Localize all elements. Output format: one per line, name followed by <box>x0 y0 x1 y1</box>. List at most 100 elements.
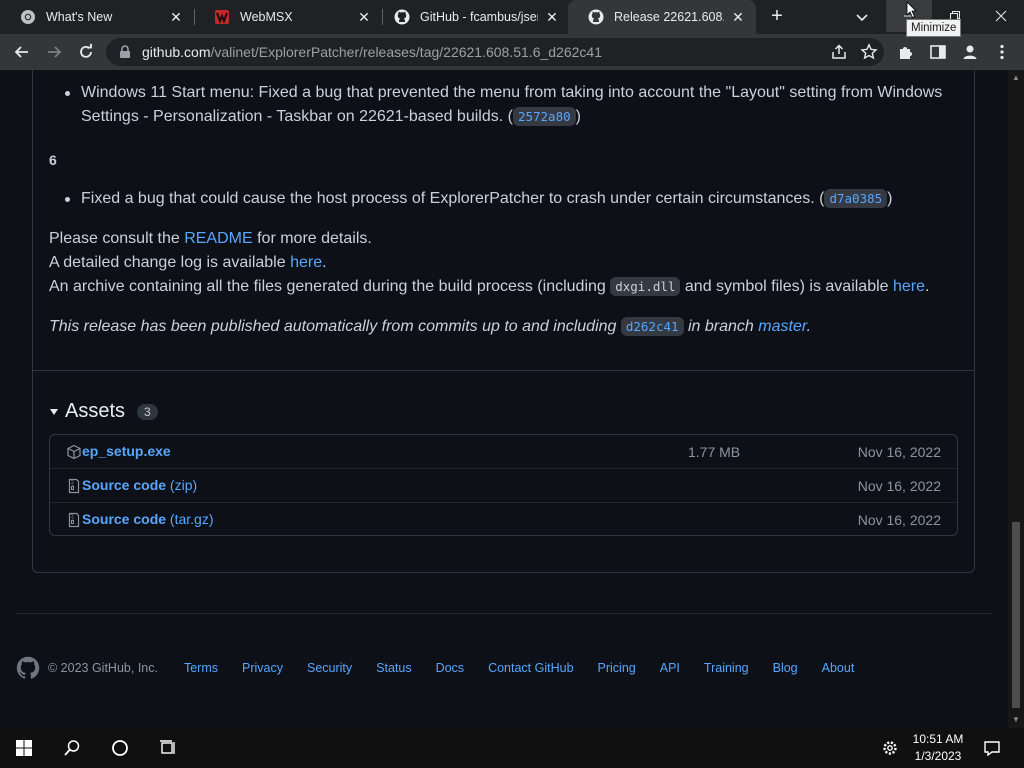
github-logo-icon[interactable] <box>16 656 40 680</box>
close-window-button[interactable] <box>978 0 1024 32</box>
readme-line: Please consult the README for more detai… <box>49 227 372 251</box>
close-icon <box>995 10 1007 22</box>
close-tab-icon[interactable]: ✕ <box>168 9 184 26</box>
note-text: Windows 11 Start menu: Fixed a bug that … <box>81 84 943 125</box>
github-icon <box>588 9 604 25</box>
line-text: Please consult the <box>49 230 185 247</box>
scroll-up-icon[interactable]: ▲ <box>1012 74 1020 82</box>
branch-link[interactable]: master <box>758 318 806 335</box>
reload-button[interactable] <box>74 40 98 64</box>
asset-link[interactable]: Source code (zip) <box>82 477 197 493</box>
commit-link[interactable]: 2572a80 <box>512 107 576 126</box>
archive-link[interactable]: here <box>893 278 925 295</box>
chrome-icon <box>21 10 35 24</box>
address-bar[interactable]: github.com/valinet/ExplorerPatcher/relea… <box>106 38 884 66</box>
tab-title: What's New <box>46 10 113 24</box>
forward-button[interactable] <box>42 40 66 64</box>
auto-publish-note: This release has been published automati… <box>49 315 811 339</box>
footer-link-blog[interactable]: Blog <box>773 661 798 675</box>
package-icon <box>67 444 81 460</box>
clock-time: 10:51 AM <box>912 732 964 746</box>
site-footer: © 2023 GitHub, Inc. Terms Privacy Securi… <box>16 656 878 680</box>
commit-link[interactable]: d7a0385 <box>824 189 888 208</box>
assets-count-badge: 3 <box>137 403 158 420</box>
tab-title: Release 22621.608.51.6 <box>614 10 724 24</box>
tab-github-jsemu[interactable]: GitHub - fcambus/jsemu ✕ <box>374 0 570 34</box>
line-text: and symbol files) is available <box>680 278 893 295</box>
tab-title: WebMSX <box>240 10 293 24</box>
task-view-button[interactable] <box>158 738 178 758</box>
tab-strip: What's New ✕ WebMSX ✕ GitHub - fcambus/j… <box>0 0 1024 37</box>
footer-link-training[interactable]: Training <box>704 661 749 675</box>
close-tab-icon[interactable]: ✕ <box>356 9 372 26</box>
changelog-link[interactable]: here <box>290 254 322 271</box>
commit-link[interactable]: d262c41 <box>620 317 684 336</box>
asset-row: Source code (zip) Nov 16, 2022 <box>50 468 957 502</box>
line-text: . <box>925 278 930 295</box>
start-button[interactable] <box>14 738 34 758</box>
system-clock[interactable]: 10:51 AM 1/3/2023 <box>906 731 970 765</box>
asset-row: ep_setup.exe 1.77 MB Nov 16, 2022 <box>50 435 957 469</box>
footer-link-terms[interactable]: Terms <box>184 661 218 675</box>
note-text: ) <box>887 190 893 207</box>
line-text: An archive containing all the files gene… <box>49 278 611 295</box>
scrollbar-thumb[interactable] <box>1012 522 1020 708</box>
asset-list: ep_setup.exe 1.77 MB Nov 16, 2022 Source… <box>49 434 958 536</box>
extensions-button[interactable] <box>896 42 916 62</box>
asset-name: Source code <box>82 477 167 493</box>
star-icon[interactable] <box>860 43 878 61</box>
tab-search-chevron-icon[interactable] <box>852 7 872 27</box>
changelog-line: A detailed change log is available here. <box>49 251 327 275</box>
github-icon <box>394 9 410 25</box>
footer-link-about[interactable]: About <box>822 661 855 675</box>
tab-webmsx[interactable]: WebMSX ✕ <box>194 0 382 34</box>
scroll-down-icon[interactable]: ▼ <box>1012 716 1020 724</box>
footer-link-api[interactable]: API <box>660 661 680 675</box>
footer-link-status[interactable]: Status <box>376 661 411 675</box>
close-tab-icon[interactable]: ✕ <box>544 9 560 26</box>
footer-link-docs[interactable]: Docs <box>436 661 464 675</box>
footer-link-contact[interactable]: Contact GitHub <box>488 661 573 675</box>
search-button[interactable] <box>62 738 82 758</box>
action-center-button[interactable] <box>982 738 1002 758</box>
assets-toggle[interactable]: Assets 3 <box>49 400 158 423</box>
clock-date: 1/3/2023 <box>914 749 962 763</box>
footer-link-security[interactable]: Security <box>307 661 352 675</box>
file-zip-icon <box>68 512 80 528</box>
profile-icon <box>963 45 977 59</box>
page-scrollbar[interactable]: ▲ ▼ <box>1008 70 1024 728</box>
asset-link[interactable]: ep_setup.exe <box>82 443 171 459</box>
line-text: for more details. <box>252 230 372 247</box>
asset-date: Nov 16, 2022 <box>857 444 941 460</box>
browser-menu-button[interactable] <box>992 42 1012 62</box>
footer-link-privacy[interactable]: Privacy <box>242 661 283 675</box>
file-zip-icon <box>68 478 80 494</box>
asset-suffix: (zip) <box>166 477 198 493</box>
url-host: github.com <box>142 44 211 60</box>
tab-whats-new[interactable]: What's New ✕ <box>0 0 194 34</box>
windows-taskbar: 10:51 AM 1/3/2023 <box>0 728 1024 768</box>
footer-link-pricing[interactable]: Pricing <box>598 661 636 675</box>
windows-logo-icon <box>16 740 32 756</box>
back-button[interactable] <box>10 40 34 64</box>
line-text: This release has been published automati… <box>49 318 621 335</box>
notification-icon <box>984 741 1000 757</box>
cortana-button[interactable] <box>110 738 130 758</box>
asset-link[interactable]: Source code (tar.gz) <box>82 511 214 527</box>
tab-release-active[interactable]: Release 22621.608.51.6 ✕ <box>568 0 756 34</box>
readme-link[interactable]: README <box>184 230 252 247</box>
line-text: in branch <box>683 318 759 335</box>
task-view-icon <box>160 740 175 754</box>
close-tab-icon[interactable]: ✕ <box>730 9 746 26</box>
settings-tray-button[interactable] <box>880 738 900 758</box>
search-icon <box>64 740 80 756</box>
profile-button[interactable] <box>960 42 980 62</box>
note-text: Fixed a bug that could cause the host pr… <box>81 190 825 207</box>
lock-icon[interactable] <box>118 45 132 59</box>
share-icon[interactable] <box>830 43 848 61</box>
side-panel-button[interactable] <box>928 42 948 62</box>
new-tab-button[interactable]: + <box>764 5 790 29</box>
asset-date: Nov 16, 2022 <box>857 512 941 528</box>
webmsx-icon <box>215 10 229 24</box>
asset-row: Source code (tar.gz) Nov 16, 2022 <box>50 502 957 536</box>
